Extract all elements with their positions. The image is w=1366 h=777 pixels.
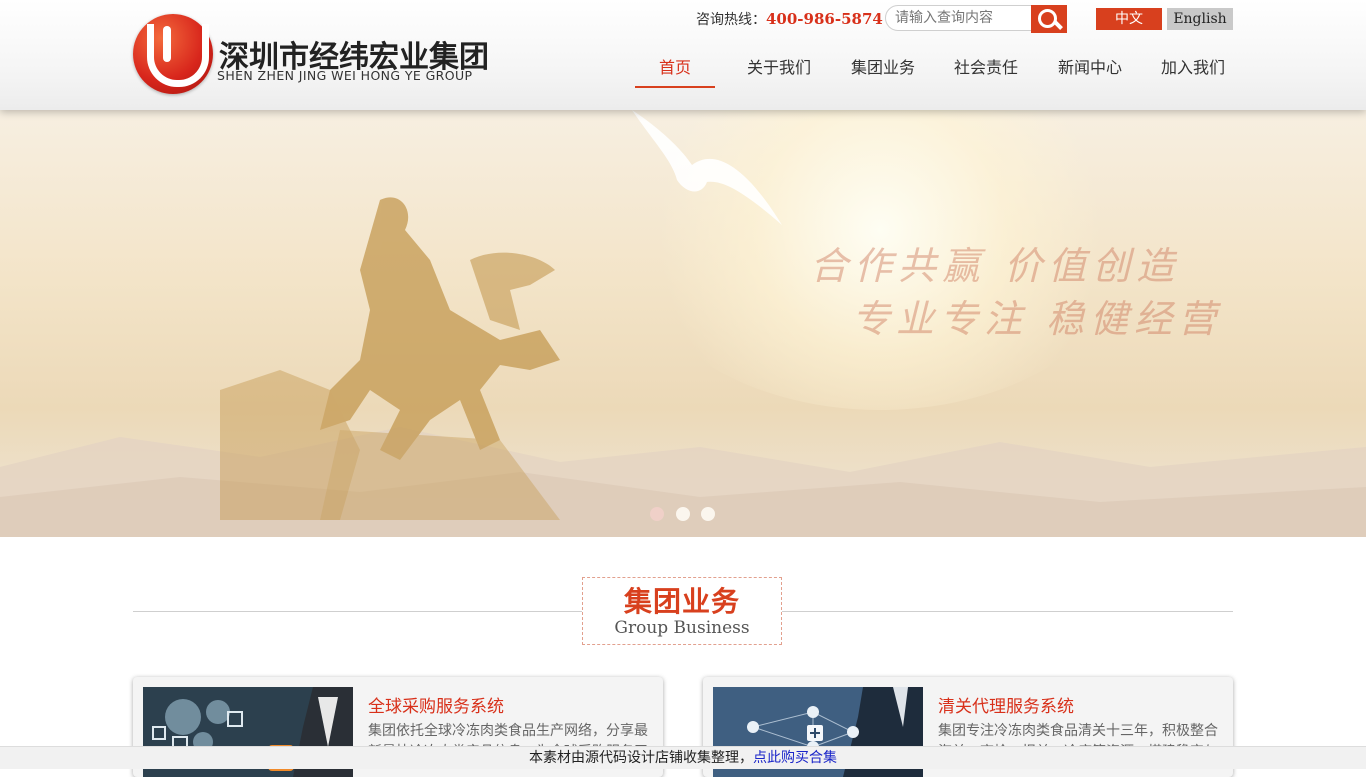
nav-business[interactable]: 集团业务 [851,56,915,86]
site-header: 深圳市经纬宏业集团 SHEN ZHEN JING WEI HONG YE GRO… [0,0,1366,110]
search-input[interactable] [885,5,1033,31]
brand-name-en: SHEN ZHEN JING WEI HONG YE GROUP [217,68,473,83]
seagull-image [632,110,782,225]
banner-slogan-line1: 合作共赢 价值创造 [810,244,1181,288]
search-button[interactable] [1031,5,1067,33]
brand-logo[interactable]: 深圳市经纬宏业集团 SHEN ZHEN JING WEI HONG YE GRO… [133,14,503,96]
lang-english-button[interactable]: English [1167,8,1233,30]
footer-notice-bar: 本素材由源代码设计店铺收集整理，点此购买合集 [0,746,1366,769]
nav-join[interactable]: 加入我们 [1161,56,1225,86]
hotline: 咨询热线：400-986-5874 [696,9,883,29]
slider-dot-2[interactable] [676,507,690,521]
nav-responsibility[interactable]: 社会责任 [954,56,1018,86]
footer-purchase-link[interactable]: 点此购买合集 [753,750,837,766]
section-title-box: 集团业务 Group Business [582,577,782,645]
lang-chinese-button[interactable]: 中文 [1096,8,1162,30]
nav-home[interactable]: 首页 [635,56,715,88]
card-title[interactable]: 清关代理服务系统 [938,692,1074,717]
section-title-cn: 集团业务 [623,585,740,618]
logo-mark-icon [133,14,213,94]
nav-about[interactable]: 关于我们 [747,56,811,86]
nav-news[interactable]: 新闻中心 [1058,56,1122,86]
hotline-label: 咨询热线： [696,12,766,28]
footer-text: 本素材由源代码设计店铺收集整理， [529,750,753,766]
section-divider-left [133,611,583,612]
search-box [885,5,1067,33]
slider-dot-1[interactable] [650,507,664,521]
banner-slogan-line2: 专业专注 稳健经营 [852,297,1223,341]
section-title-en: Group Business [614,618,750,638]
horse-statue-image [220,197,560,520]
search-icon [1038,9,1057,28]
hero-banner[interactable]: 合作共赢 价值创造 专业专注 稳健经营 [0,110,1366,537]
slider-dot-3[interactable] [701,507,715,521]
card-title[interactable]: 全球采购服务系统 [368,692,504,717]
section-divider-right [782,611,1233,612]
hotline-number: 400-986-5874 [766,10,883,28]
